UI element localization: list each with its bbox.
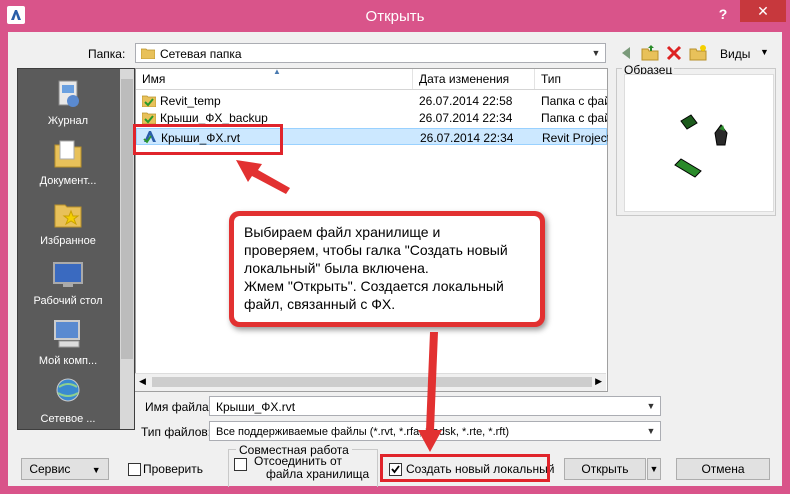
annotation-arrows xyxy=(236,160,442,452)
open-dialog: Открыть ? ✕ Папка: Сетевая папка ▼ Виды … xyxy=(0,0,790,494)
arrow-to-checkbox-icon xyxy=(418,332,442,452)
arrow-to-file-icon xyxy=(236,160,290,194)
